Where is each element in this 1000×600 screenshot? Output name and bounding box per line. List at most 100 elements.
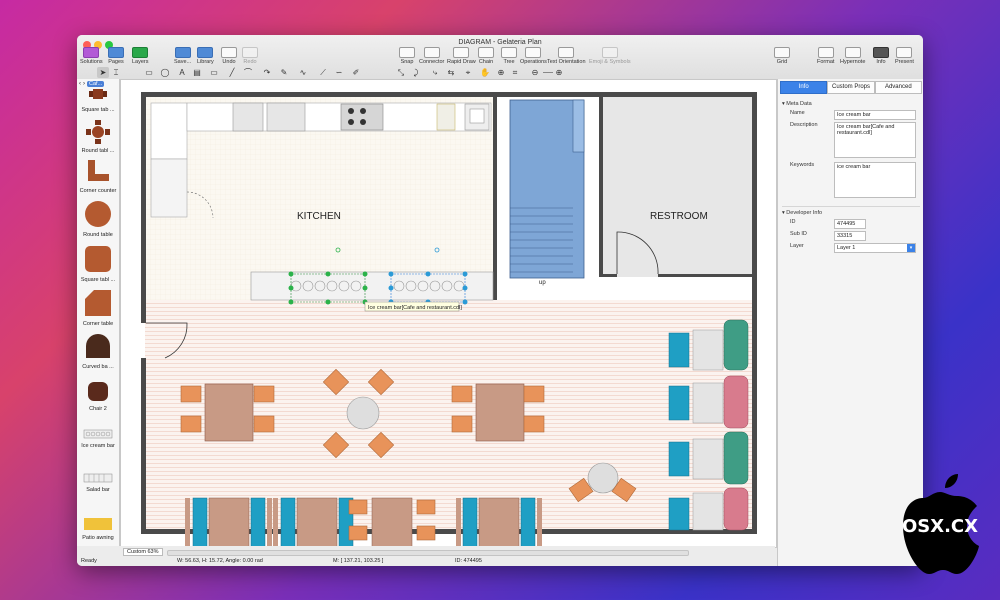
chain-connector-tool-icon[interactable]: ⤷ [429,67,441,78]
chain-button[interactable]: Chain [478,47,494,65]
library-item-round-table[interactable]: Round tabl ... [77,120,119,154]
meta-data-section[interactable]: ▾ Meta Data [782,101,923,107]
pointer-tool-icon[interactable]: ➤ [97,67,109,78]
library-panel: ‹ › Caf... Square tab ... Round tabl ...… [77,79,120,557]
polyline-tool-icon[interactable]: ⟋ [317,67,329,78]
hand-tool-icon[interactable]: ✋ [479,67,491,78]
bezier-tool-icon[interactable]: ∿ [297,67,309,78]
format-painter-tool-icon[interactable]: ⌖ [462,67,474,78]
horizontal-scrollbar[interactable] [167,550,689,556]
stairs-label: up [539,280,546,286]
emoji-icon [601,47,618,58]
id-field[interactable]: 474495 [834,219,866,229]
hypernote-icon [844,47,861,58]
library-item-square-table[interactable]: Square tab ... [77,89,119,113]
name-field[interactable]: Ice cream bar [834,110,916,120]
status-mouse: M: [ 137.21, 103.25 ] [333,558,384,564]
connector-button[interactable]: Connector [419,47,444,65]
layers-icon [132,47,149,58]
inspector-tabs: Info Custom Props Advanced [780,81,922,94]
library-item-square-table-2[interactable]: Square tabl ... [77,245,119,283]
library-button[interactable]: Library [197,47,214,65]
text-select-tool-icon[interactable]: ⌶ [110,67,122,78]
text-box-tool-icon[interactable]: ▤ [191,67,203,78]
library-item-corner-counter[interactable]: Corner counter [77,158,119,194]
library-item-corner-table[interactable]: Corner table [77,289,119,327]
text-orientation-button[interactable]: Text Orientation [547,47,586,65]
arc-connector-tool-icon[interactable]: ⤸ [410,67,422,78]
forward-icon[interactable]: › [83,81,85,87]
keywords-field[interactable]: ice cream bar [834,162,916,198]
booth-2 [273,497,354,547]
tab-advanced[interactable]: Advanced [874,81,922,94]
note-tool-icon[interactable]: ▭ [208,67,220,78]
ice-cream-bar-shape-icon [83,429,113,439]
text-tool-icon[interactable]: A [176,67,188,78]
id-row: ID 474495 [778,219,923,231]
redo-button[interactable]: Redo [242,47,258,65]
solutions-button[interactable]: Solutions [80,47,103,65]
snap-button[interactable]: Snap [399,47,415,65]
emoji-symbols-button[interactable]: Emoji & Symbols [589,47,631,65]
booth-3 [456,497,542,547]
status-id: ID: 474495 [455,558,482,564]
save-icon [174,47,191,58]
tab-info[interactable]: Info [780,81,828,94]
arc-tool-icon[interactable]: ⌒ [242,67,254,78]
description-field[interactable]: Ice cream bar[Cafe and restaurant.cdl] [834,122,916,158]
library-select[interactable]: Caf... [87,80,105,87]
library-item-curved-bar[interactable]: Curved ba ... [77,334,119,370]
tab-custom-props[interactable]: Custom Props [827,81,875,94]
stove [340,103,384,131]
pen-tool-icon[interactable]: ✎ [278,67,290,78]
description-label: Description [790,122,818,128]
round-table-2-shape-icon [85,201,111,227]
ellipse-tool-icon[interactable]: ◯ [159,67,171,78]
curve-tool-icon[interactable]: ↷ [261,67,273,78]
smart-connector-tool-icon[interactable]: ⤡ [395,67,407,78]
pages-button[interactable]: Pages [108,47,124,65]
sub-id-field[interactable]: 33315 [834,231,866,241]
freehand-tool-icon[interactable]: ✐ [350,67,362,78]
zoom-in-icon[interactable]: ⊕ [553,67,565,78]
tree-button[interactable]: Tree [501,47,517,65]
layer-row: Layer Layer 1 ▾ [778,243,923,255]
library-item-salad-bar[interactable]: Salad bar [77,473,119,493]
library-item-ice-cream-bar[interactable]: Ice cream bar [77,429,119,449]
zoom-slider[interactable] [543,72,553,73]
zoom-out-icon[interactable]: ⊖ [529,67,541,78]
chevron-down-icon: ▾ [907,244,915,252]
drawing-canvas[interactable]: Ice cream bar[Cafe and restaurant.cdl] K… [120,79,777,548]
divider [782,206,920,207]
present-button[interactable]: Present [895,47,914,65]
link-tool-icon[interactable]: ⇆ [445,67,457,78]
operations-button[interactable]: Operations [520,47,547,65]
zoom-select[interactable]: Custom 63% [123,548,163,556]
hypernote-button[interactable]: Hypernote [840,47,865,65]
undo-button[interactable]: Undo [221,47,237,65]
id-label: ID [790,219,796,225]
library-icon [197,47,214,58]
layers-button[interactable]: Layers [132,47,149,65]
info-icon [873,47,889,58]
rectangle-tool-icon[interactable]: ▭ [143,67,155,78]
rapid-draw-button[interactable]: Rapid Draw [447,47,476,65]
back-icon[interactable]: ‹ [79,81,81,87]
sub-id-label: Sub ID [790,231,807,237]
drawing-tools: ➤ ⌶ ▭ ◯ A ▤ ▭ ╱ ⌒ ↷ ✎ ∿ ⟋ ∽ ✐ ⤡ ⤸ ⤷ ⇆ ⌖ … [77,67,923,79]
keywords-row: Keywords ice cream bar [778,162,923,202]
format-button[interactable]: Format [817,47,834,65]
curved-bar-shape-icon [86,334,110,358]
library-item-patio-awning[interactable]: Patio awning [77,517,119,541]
spline-tool-icon[interactable]: ∽ [333,67,345,78]
grid-button[interactable]: Grid [774,47,790,65]
save-button[interactable]: Save... [174,47,191,65]
layer-select[interactable]: Layer 1 ▾ [834,243,916,253]
name-row: Name Ice cream bar [778,110,923,122]
line-tool-icon[interactable]: ╱ [226,67,238,78]
info-button[interactable]: Info [873,47,889,65]
library-item-chair-2[interactable]: Chair 2 [77,378,119,412]
library-item-round-table-2[interactable]: Round table [77,200,119,238]
developer-info-section[interactable]: ▾ Developer Info [782,210,923,216]
round-table-shape-icon [86,120,110,144]
